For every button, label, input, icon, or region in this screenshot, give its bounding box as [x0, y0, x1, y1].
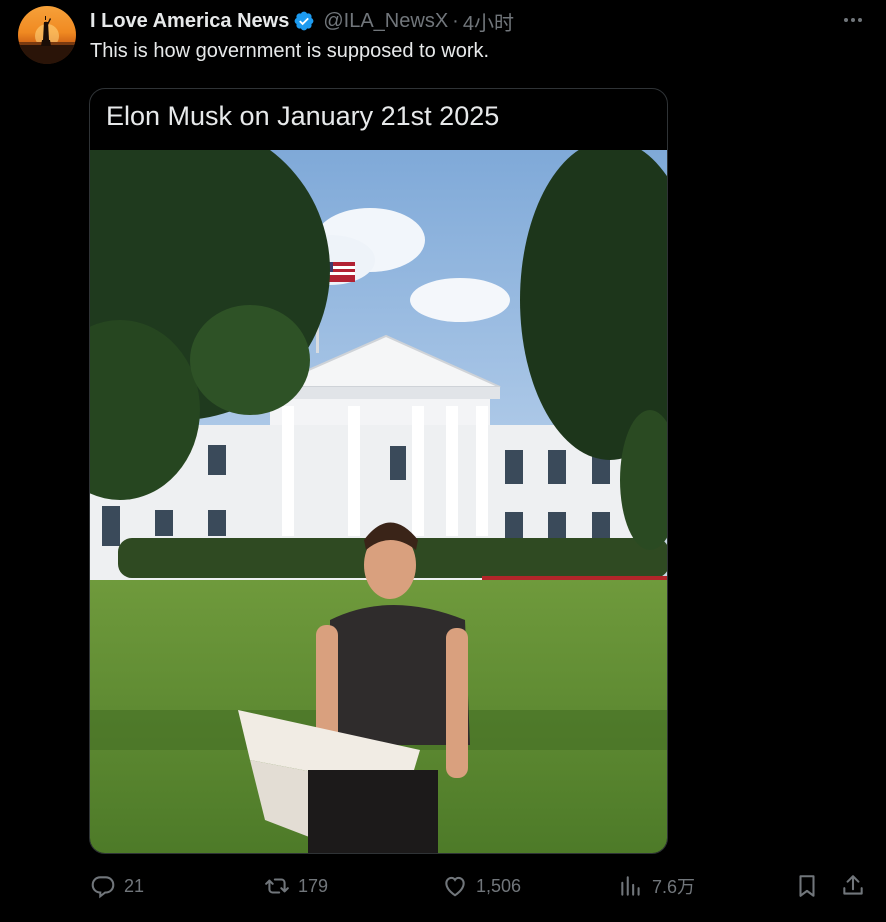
tweet-media[interactable]: Elon Musk on January 21st 2025 [89, 88, 668, 854]
white-house-photo [90, 150, 667, 853]
timestamp[interactable]: 4小时 [463, 7, 514, 36]
action-bar: 21 179 1,506 7.6万 [0, 866, 886, 906]
heart-icon [445, 876, 465, 897]
share-icon [843, 875, 863, 895]
reply-count: 21 [124, 875, 145, 896]
avatar[interactable] [18, 6, 76, 64]
reply-icon [91, 876, 115, 899]
like-button[interactable]: 1,506 [442, 866, 521, 906]
media-caption: Elon Musk on January 21st 2025 [106, 101, 500, 131]
views-button[interactable]: 7.6万 [618, 866, 695, 906]
more-icon-dot [844, 18, 848, 22]
view-count: 7.6万 [652, 877, 696, 897]
author-handle[interactable]: @ILA_NewsX [323, 10, 448, 33]
more-options-button[interactable] [838, 8, 868, 32]
like-count: 1,506 [476, 875, 522, 896]
separator-dot: · [452, 9, 459, 32]
photo-illustration [90, 150, 667, 853]
more-icon-dot [851, 18, 855, 22]
statue-of-liberty-icon [18, 16, 76, 64]
more-icon-dot [858, 18, 862, 22]
analytics-icon [621, 876, 640, 896]
reply-button[interactable]: 21 [90, 866, 144, 906]
bookmark-button[interactable] [794, 866, 820, 906]
author-name[interactable]: I Love America News [90, 10, 289, 33]
tweet-text: This is how government is supposed to wo… [90, 40, 490, 62]
tweet-header: I Love America News @ILA_NewsX · 4小时 [90, 7, 514, 36]
repost-button[interactable]: 179 [264, 866, 328, 906]
share-button[interactable] [840, 866, 866, 906]
repost-icon [265, 878, 289, 894]
bookmark-icon [799, 875, 815, 897]
verified-badge-icon [294, 11, 314, 31]
repost-count: 179 [298, 875, 329, 896]
tweet[interactable]: I Love America News @ILA_NewsX · 4小时 Thi… [0, 0, 886, 922]
